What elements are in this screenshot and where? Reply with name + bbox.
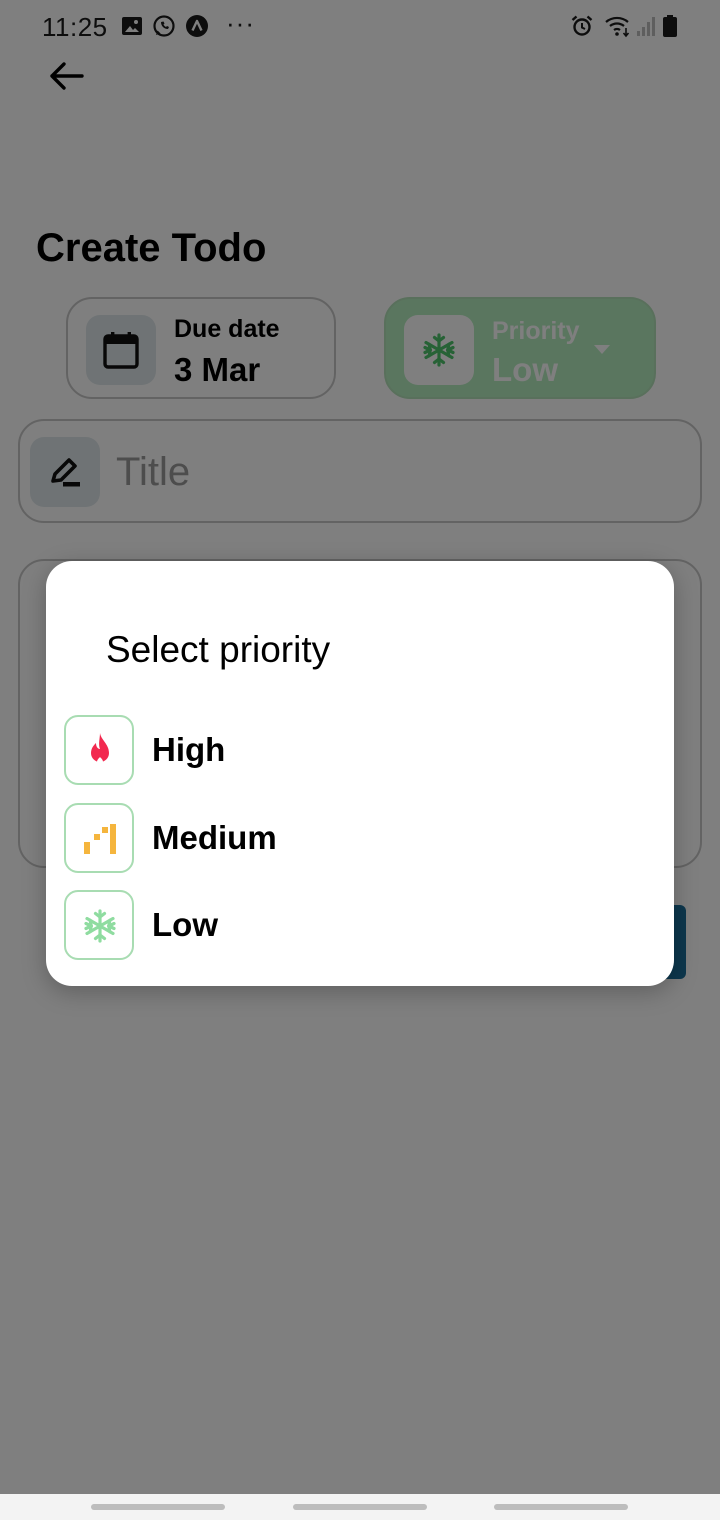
nav-recents-button[interactable] xyxy=(91,1504,225,1510)
navigation-bar xyxy=(0,1494,720,1520)
option-label-high: High xyxy=(152,731,226,768)
option-label-low: Low xyxy=(152,906,218,943)
priority-option-low[interactable]: Low xyxy=(64,890,624,960)
dialog-title: Select priority xyxy=(106,629,331,670)
priority-option-medium[interactable]: Medium xyxy=(64,803,624,873)
create-todo-screen: 11:25 ··· xyxy=(0,0,720,1520)
select-priority-dialog: Select priority High Medium Low xyxy=(46,561,674,986)
option-label-medium: Medium xyxy=(152,819,277,856)
option-icon-box xyxy=(64,890,134,960)
snowflake-icon xyxy=(84,909,116,943)
bars-icon xyxy=(84,824,116,854)
priority-option-high[interactable]: High xyxy=(64,715,624,785)
fire-icon xyxy=(91,733,109,765)
nav-back-button[interactable] xyxy=(494,1504,628,1510)
option-icon-box xyxy=(64,715,134,785)
option-icon-box xyxy=(64,803,134,873)
nav-home-button[interactable] xyxy=(293,1504,427,1510)
